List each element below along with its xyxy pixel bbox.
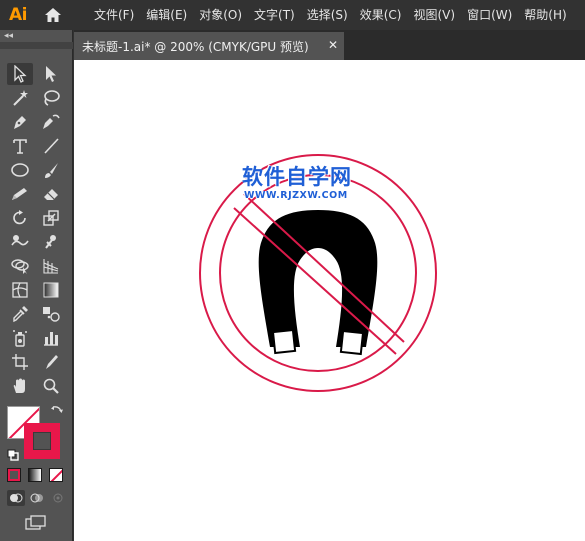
screen-mode-icon[interactable] — [24, 514, 48, 532]
column-graph-tool-icon[interactable] — [38, 327, 64, 349]
inner-ring — [219, 174, 417, 372]
color-mode-inner — [10, 471, 18, 479]
swap-fill-stroke-icon[interactable] — [49, 403, 65, 419]
app-logo: Ai — [9, 5, 27, 25]
close-tab-icon[interactable]: ✕ — [328, 38, 338, 52]
menu-view[interactable]: 视图(V) — [407, 0, 461, 30]
artwork — [199, 154, 437, 392]
menu-items: 文件(F) 编辑(E) 对象(O) 文字(T) 选择(S) 效果(C) 视图(V… — [88, 0, 573, 30]
menu-object[interactable]: 对象(O) — [193, 0, 248, 30]
lasso-tool-icon[interactable] — [38, 87, 64, 109]
menu-type[interactable]: 文字(T) — [248, 0, 301, 30]
warp-tool-icon[interactable] — [7, 231, 33, 253]
menu-select[interactable]: 选择(S) — [301, 0, 354, 30]
document-tab[interactable]: 未标题-1.ai* @ 200% (CMYK/GPU 预览) ✕ — [74, 32, 344, 60]
draw-inside-icon[interactable] — [49, 490, 67, 506]
menu-bar: Ai 文件(F) 编辑(E) 对象(O) 文字(T) 选择(S) 效果(C) 视… — [0, 0, 585, 30]
document-tab-bar: 未标题-1.ai* @ 200% (CMYK/GPU 预览) ✕ — [74, 30, 585, 60]
collapse-panel-button[interactable]: ◂◂ — [4, 31, 13, 41]
draw-behind-icon[interactable] — [28, 490, 46, 506]
magnet-shape — [258, 210, 378, 347]
curvature-tool-icon[interactable] — [38, 111, 64, 133]
menu-edit[interactable]: 编辑(E) — [140, 0, 193, 30]
paintbrush-tool-icon[interactable] — [38, 159, 64, 181]
mesh-tool-icon[interactable] — [7, 279, 33, 301]
menu-help[interactable]: 帮助(H) — [518, 0, 572, 30]
tools-panel: ◂◂ — [0, 30, 73, 541]
direct-selection-tool-icon[interactable] — [38, 63, 64, 85]
selection-tool-icon[interactable] — [7, 63, 33, 85]
menu-window[interactable]: 窗口(W) — [461, 0, 518, 30]
magnet-tip-right — [339, 329, 365, 356]
symbol-sprayer-tool-icon[interactable] — [7, 327, 33, 349]
panel-grip[interactable] — [0, 42, 73, 49]
puppet-warp-tool-icon[interactable] — [38, 231, 64, 253]
rotate-tool-icon[interactable] — [7, 207, 33, 229]
hand-tool-icon[interactable] — [7, 375, 33, 397]
gradient-mode-button[interactable] — [28, 468, 42, 482]
menu-effect[interactable]: 效果(C) — [354, 0, 408, 30]
gradient-tool-icon[interactable] — [38, 279, 64, 301]
magic-wand-tool-icon[interactable] — [7, 87, 33, 109]
pen-tool-icon[interactable] — [7, 111, 33, 133]
ellipse-tool-icon[interactable] — [7, 159, 33, 181]
stroke-swatch[interactable] — [24, 423, 60, 459]
eyedropper-tool-icon[interactable] — [7, 303, 33, 325]
type-tool-icon[interactable] — [7, 135, 33, 157]
menu-file[interactable]: 文件(F) — [88, 0, 140, 30]
blend-tool-icon[interactable] — [38, 303, 64, 325]
line-segment-tool-icon[interactable] — [38, 135, 64, 157]
color-mode-button[interactable] — [7, 468, 21, 482]
magnet-tip-left — [271, 328, 297, 355]
none-mode-button[interactable] — [49, 468, 63, 482]
artboard-tool-icon[interactable] — [7, 351, 33, 373]
stroke-swatch-inner — [33, 432, 51, 450]
draw-normal-icon[interactable] — [7, 490, 25, 506]
artboard-canvas[interactable]: 软件自学网 WWW.RJZXW.COM — [74, 60, 585, 541]
illustrator-window: Ai 文件(F) 编辑(E) 对象(O) 文字(T) 选择(S) 效果(C) 视… — [0, 0, 585, 541]
perspective-grid-tool-icon[interactable] — [38, 255, 64, 277]
default-fill-stroke-icon[interactable] — [7, 446, 19, 461]
eraser-tool-icon[interactable] — [38, 183, 64, 205]
slice-tool-icon[interactable] — [38, 351, 64, 373]
scale-tool-icon[interactable] — [38, 207, 64, 229]
watermark-title: 软件自学网 — [242, 165, 352, 189]
zoom-tool-icon[interactable] — [38, 375, 64, 397]
document-tab-label: 未标题-1.ai* @ 200% (CMYK/GPU 预览) — [82, 39, 309, 54]
home-icon[interactable] — [40, 0, 66, 30]
watermark-url: WWW.RJZXW.COM — [244, 190, 348, 201]
shape-builder-tool-icon[interactable] — [7, 255, 33, 277]
pencil-tool-icon[interactable] — [7, 183, 33, 205]
